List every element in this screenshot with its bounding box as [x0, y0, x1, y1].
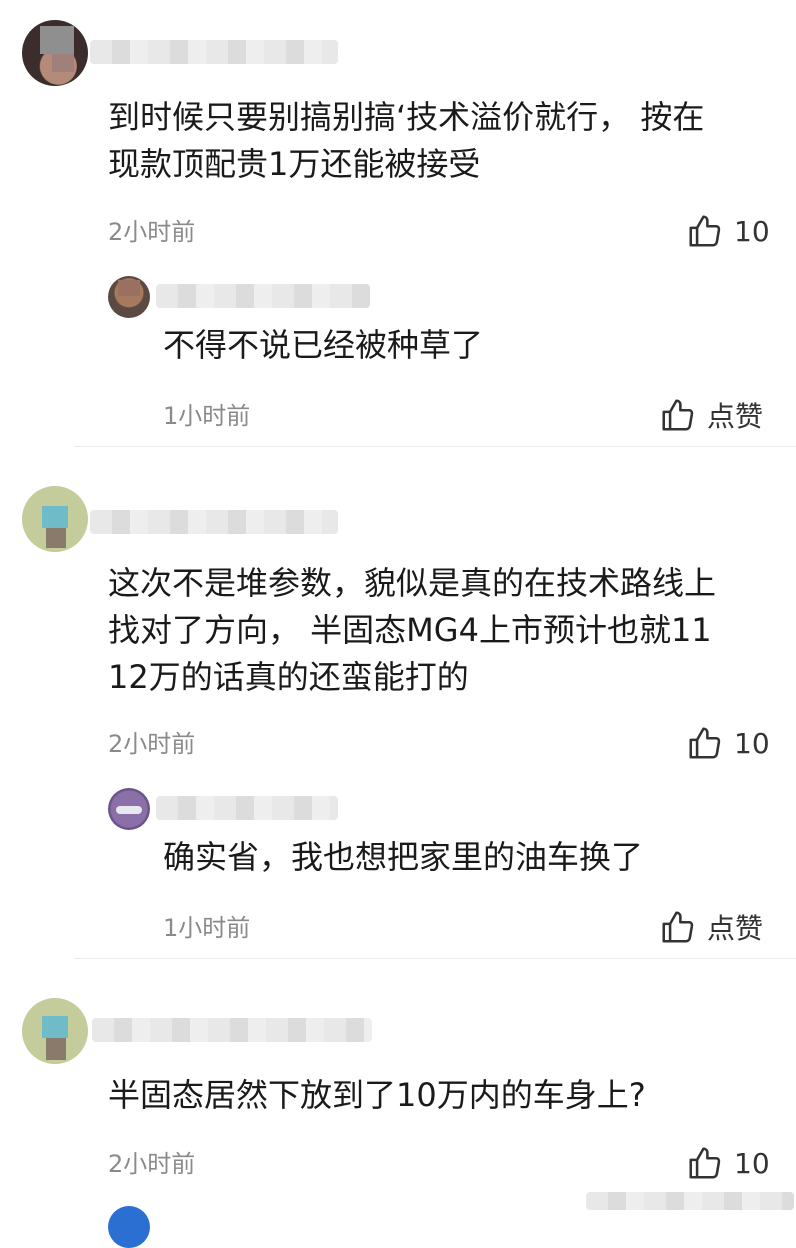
thumbs-up-icon	[689, 727, 721, 759]
comment-time: 2小时前	[108, 1150, 196, 1178]
username-blurred[interactable]	[92, 1018, 372, 1042]
comment-line: 12万的话真的还蛮能打的	[108, 658, 469, 696]
reply-text: 确实省，我也想把家里的油车换了	[163, 834, 643, 881]
comment-line: 找对了方向， 半固态MG4上市预计也就11	[108, 611, 712, 649]
comment-time: 2小时前	[108, 218, 196, 246]
like-button[interactable]: 10	[686, 1144, 770, 1182]
reply-like-button[interactable]: 点赞	[659, 907, 763, 947]
username-blurred[interactable]	[90, 510, 338, 534]
watermark-blurred	[586, 1192, 794, 1210]
comment-time: 2小时前	[108, 730, 196, 758]
reply-like-button[interactable]: 点赞	[659, 395, 763, 435]
next-user-avatar[interactable]	[108, 1206, 150, 1248]
user-avatar[interactable]	[22, 486, 88, 552]
divider	[74, 446, 796, 447]
comment-text: 这次不是堆参数，貌似是真的在技术路线上 找对了方向， 半固态MG4上市预计也就1…	[108, 560, 716, 701]
like-button[interactable]: 10	[686, 212, 770, 250]
reply-line: 确实省，我也想把家里的油车换了	[163, 838, 644, 876]
comment-text: 到时候只要别搞别搞‘技术溢价就行， 按在 现款顶配贵1万还能被接受	[108, 94, 704, 188]
reply-user-avatar[interactable]	[108, 788, 150, 830]
user-avatar[interactable]	[22, 20, 88, 86]
comment-line: 半固态居然下放到了10万内的车身上?	[108, 1076, 646, 1114]
reply-line: 不得不说已经被种草了	[163, 326, 484, 364]
thumbs-up-icon	[662, 911, 694, 943]
thumbs-up-icon	[662, 399, 694, 431]
reply-text: 不得不说已经被种草了	[163, 322, 483, 369]
like-button[interactable]: 10	[686, 724, 770, 762]
comment-line: 现款顶配贵1万还能被接受	[108, 145, 481, 183]
like-count: 10	[734, 214, 770, 248]
thumbs-up-icon	[689, 215, 721, 247]
user-avatar[interactable]	[22, 998, 88, 1064]
reply-username-blurred[interactable]	[156, 796, 338, 820]
like-label: 点赞	[707, 400, 764, 433]
comment-line: 到时候只要别搞别搞‘技术溢价就行， 按在	[108, 98, 705, 136]
reply-time: 1小时前	[163, 914, 251, 942]
like-label: 点赞	[707, 912, 764, 945]
reply-username-blurred[interactable]	[156, 284, 370, 308]
like-count: 10	[734, 726, 770, 760]
reply-time: 1小时前	[163, 402, 251, 430]
thumbs-up-icon	[689, 1147, 721, 1179]
comment-line: 这次不是堆参数，貌似是真的在技术路线上	[108, 564, 717, 602]
like-count: 10	[734, 1146, 770, 1180]
username-blurred[interactable]	[90, 40, 338, 64]
comment-text: 半固态居然下放到了10万内的车身上?	[108, 1072, 646, 1119]
divider	[74, 958, 796, 959]
reply-user-avatar[interactable]	[108, 276, 150, 318]
